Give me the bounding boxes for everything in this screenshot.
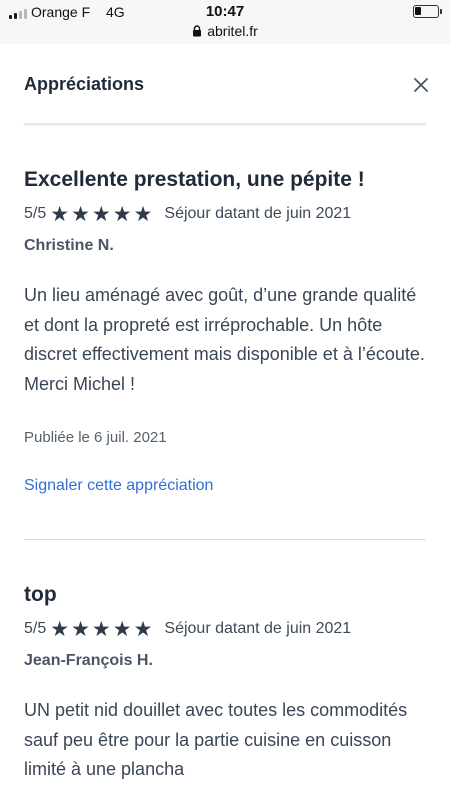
- star-icon: ★: [91, 617, 111, 641]
- star-icon: ★: [133, 617, 153, 641]
- review-title: top: [24, 583, 57, 606]
- star-rating: ★ ★ ★ ★ ★: [50, 619, 152, 640]
- rating-row: 5/5 ★ ★ ★ ★ ★ Séjour datant de juin 2021: [24, 618, 351, 640]
- review-card: top 5/5 ★ ★ ★ ★ ★ Séjour datant de juin 2021…: [24, 0, 426, 800]
- review-author: Jean-François H.: [24, 652, 153, 669]
- star-icon: ★: [112, 617, 132, 641]
- star-icon: ★: [50, 617, 70, 641]
- star-icon: ★: [71, 617, 90, 641]
- stay-date: Séjour datant de juin 2021: [164, 620, 352, 637]
- review-body: UN petit nid douillet avec toutes les co…: [24, 700, 408, 779]
- rating-score: 5/5: [24, 620, 47, 637]
